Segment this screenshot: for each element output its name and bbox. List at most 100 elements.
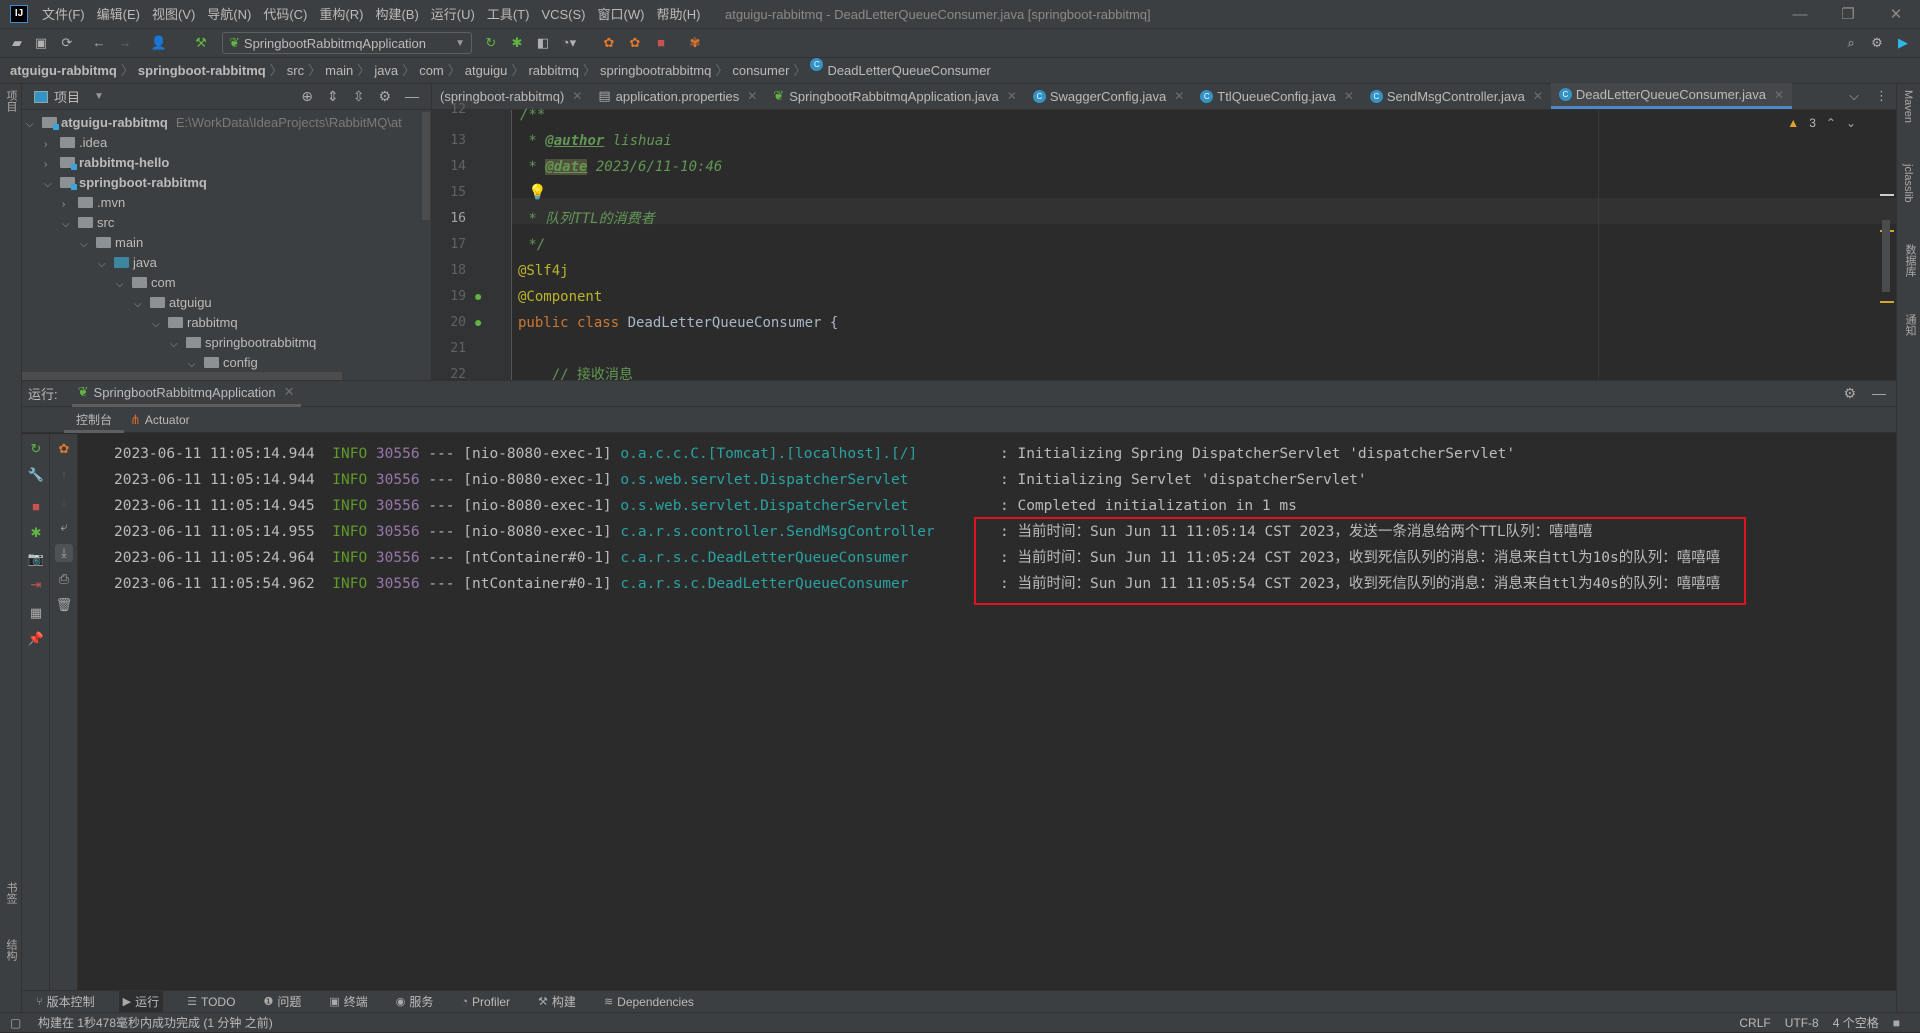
- close-tab-icon[interactable]: ✕: [572, 89, 582, 103]
- menu-code[interactable]: 代码(C): [263, 0, 307, 29]
- down-arrow-icon[interactable]: ↓: [55, 492, 73, 510]
- close-tab-icon[interactable]: ✕: [284, 384, 295, 400]
- indent-setting[interactable]: 4 个空格: [1833, 1013, 1879, 1033]
- tree-item[interactable]: ⌵ com: [116, 273, 176, 293]
- locate-icon[interactable]: ⊕: [301, 88, 313, 105]
- debug-with-icon[interactable]: ✿: [626, 34, 644, 52]
- bookmarks-tool-button[interactable]: 书签: [3, 882, 19, 904]
- wrench-icon[interactable]: 🔧: [27, 466, 45, 484]
- code-with-me-icon[interactable]: ▶: [1894, 34, 1912, 52]
- print-icon[interactable]: ⎙: [55, 570, 73, 588]
- close-tab-icon[interactable]: ✕: [1174, 89, 1184, 103]
- menu-view[interactable]: 视图(V): [152, 0, 195, 29]
- hide-icon[interactable]: —: [405, 88, 419, 105]
- file-encoding[interactable]: UTF-8: [1785, 1013, 1819, 1033]
- toggle-tool-windows-icon[interactable]: ▢: [10, 1013, 21, 1033]
- project-tool-button[interactable]: 项目: [3, 90, 19, 112]
- menu-run[interactable]: 运行(U): [431, 0, 475, 29]
- tab-problems[interactable]: ❶ 问题: [259, 991, 305, 1013]
- minimize-button[interactable]: —: [1776, 0, 1824, 29]
- status-message[interactable]: 构建在 1秒478毫秒内成功完成 (1 分钟 之前): [38, 1013, 273, 1033]
- code-editor[interactable]: 12 13 14 15 16 17 18 19 20 21 22 ● ● /**…: [432, 102, 1896, 383]
- tab-dead-letter-queue-consumer[interactable]: C DeadLetterQueueConsumer.java ✕: [1550, 83, 1793, 109]
- trash-icon[interactable]: 🗑: [55, 596, 73, 614]
- previous-highlight-icon[interactable]: ⌃: [1826, 116, 1836, 130]
- gear-icon[interactable]: ⚙: [1843, 385, 1856, 402]
- lightbulb-icon[interactable]: 💡: [528, 180, 547, 206]
- tree-item[interactable]: ⌵ springbootrabbitmq: [170, 333, 316, 353]
- user-dropdown-icon[interactable]: 👤▾: [150, 34, 168, 68]
- up-arrow-icon[interactable]: ↑: [55, 466, 73, 484]
- breadcrumb-item[interactable]: atguigu-rabbitmq: [10, 58, 117, 83]
- gear-icon[interactable]: ⚙: [1868, 34, 1886, 52]
- build-hammer-icon[interactable]: ⚒: [192, 34, 210, 52]
- spring-bean-gutter-icon[interactable]: ●: [474, 314, 482, 330]
- tab-version-control[interactable]: ⑂ 版本控制: [32, 991, 99, 1013]
- actuator-endpoint-icon[interactable]: ✿: [55, 440, 73, 458]
- breadcrumb-item[interactable]: springboot-rabbitmq: [138, 58, 266, 83]
- run-config-selector[interactable]: ❦ SpringbootRabbitmqApplication ▼: [222, 32, 472, 54]
- close-button[interactable]: ✕: [1872, 0, 1920, 29]
- forward-arrow-icon[interactable]: →: [116, 34, 134, 52]
- menu-edit[interactable]: 编辑(E): [97, 0, 140, 29]
- sync-icon[interactable]: ⟳: [58, 34, 76, 52]
- tab-terminal[interactable]: ▣ 终端: [325, 991, 371, 1013]
- vertical-scrollbar[interactable]: [422, 112, 430, 220]
- run-with-icon[interactable]: ✿: [600, 34, 618, 52]
- tree-item[interactable]: ⌵ main: [80, 233, 143, 253]
- close-tab-icon[interactable]: ✕: [1533, 89, 1543, 103]
- database-tool-button[interactable]: 数据库: [1902, 244, 1918, 277]
- project-panel-title[interactable]: 项目: [54, 87, 80, 106]
- editor-scrollbar[interactable]: [1882, 220, 1890, 292]
- line-separator[interactable]: CRLF: [1739, 1013, 1770, 1033]
- menu-navigate[interactable]: 导航(N): [207, 0, 251, 29]
- breadcrumb-item[interactable]: src: [287, 58, 304, 83]
- menu-vcs[interactable]: VCS(S): [541, 0, 585, 29]
- exit-icon[interactable]: ⇥: [27, 576, 45, 594]
- tab-run[interactable]: ▶ 运行: [118, 990, 164, 1013]
- menu-file[interactable]: 文件(F): [42, 0, 85, 29]
- spring-bean-gutter-icon[interactable]: ●: [474, 288, 482, 304]
- tree-item[interactable]: ⌵ springboot-rabbitmq: [44, 173, 207, 193]
- layout-icon[interactable]: ▦: [27, 604, 45, 622]
- pin-icon[interactable]: 📌: [27, 630, 45, 648]
- collapse-all-icon[interactable]: ⇳: [353, 88, 365, 105]
- tab-actuator[interactable]: Actuator: [141, 407, 202, 433]
- rerun-icon[interactable]: ↻: [482, 34, 500, 52]
- tree-item[interactable]: › .idea: [44, 133, 107, 153]
- menu-refactor[interactable]: 重构(R): [319, 0, 363, 29]
- chevron-down-icon[interactable]: ▼: [94, 91, 104, 102]
- menu-help[interactable]: 帮助(H): [656, 0, 700, 29]
- camera-icon[interactable]: 📷: [27, 550, 45, 568]
- breadcrumb-item[interactable]: rabbitmq: [528, 58, 579, 83]
- tree-item[interactable]: ⌵ config: [188, 353, 258, 373]
- tab-console[interactable]: 控制台: [64, 407, 125, 433]
- soft-wrap-icon[interactable]: ⤶: [55, 518, 73, 536]
- tree-item[interactable]: ⌵ src: [62, 213, 114, 233]
- menu-build[interactable]: 构建(B): [375, 0, 418, 29]
- tab-send-msg-controller[interactable]: C SendMsgController.java ✕: [1362, 83, 1551, 109]
- close-tab-icon[interactable]: ✕: [1007, 89, 1017, 103]
- more-options-icon[interactable]: ⋮: [1875, 88, 1888, 104]
- tree-item[interactable]: ⌵ atguigu-rabbitmq E:\WorkData\IdeaProject…: [26, 113, 402, 133]
- jclasslib-tool-button[interactable]: jclasslib: [1902, 164, 1914, 203]
- breadcrumb-item[interactable]: DeadLetterQueueConsumer: [827, 58, 990, 83]
- tree-item[interactable]: › .mvn: [62, 193, 125, 213]
- tab-list-chevron-icon[interactable]: ⌵: [1849, 88, 1859, 104]
- breadcrumb-item[interactable]: springbootrabbitmq: [600, 58, 711, 83]
- breadcrumb-item[interactable]: main: [325, 58, 353, 83]
- debug-bug-icon[interactable]: ✱: [508, 34, 526, 52]
- stop-icon[interactable]: ■: [652, 34, 670, 52]
- tab-springboot-application[interactable]: ❦ SpringbootRabbitmqApplication.java ✕: [765, 83, 1025, 109]
- hide-panel-icon[interactable]: —: [1872, 385, 1886, 402]
- restore-button[interactable]: ❐: [1824, 0, 1872, 29]
- tab-profiler[interactable]: ◔ Profiler: [457, 991, 514, 1013]
- menu-window[interactable]: 窗口(W): [598, 0, 645, 29]
- tab-swagger-config[interactable]: C SwaggerConfig.java ✕: [1025, 83, 1192, 109]
- close-tab-icon[interactable]: ✕: [1344, 89, 1354, 103]
- next-highlight-icon[interactable]: ⌄: [1846, 116, 1856, 130]
- run-tab[interactable]: ❦ SpringbootRabbitmqApplication ✕: [71, 381, 301, 407]
- breadcrumb-item[interactable]: java: [374, 58, 398, 83]
- scroll-to-end-icon[interactable]: ⤓: [55, 544, 73, 562]
- maven-tool-button[interactable]: Maven: [1902, 90, 1914, 123]
